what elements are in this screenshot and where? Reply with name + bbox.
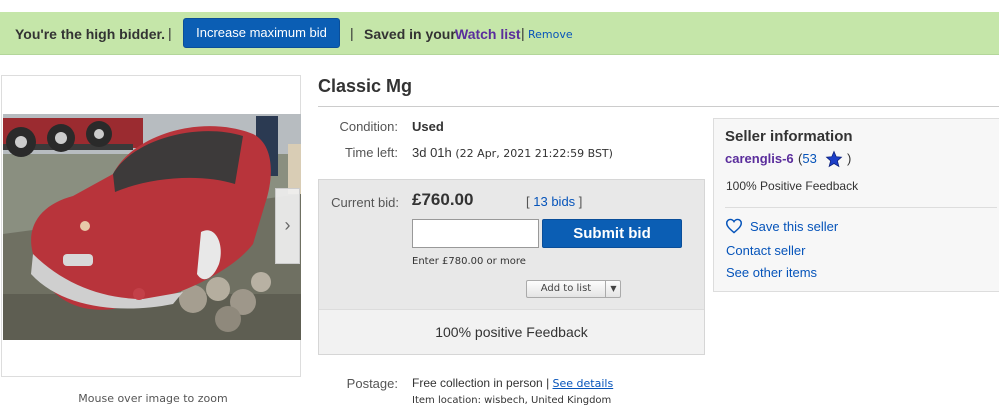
time-left-value: 3d 01h (22 Apr, 2021 21:22:59 BST) (412, 145, 613, 160)
item-photo[interactable] (3, 114, 301, 340)
time-left-duration: 3d 01h (412, 145, 452, 160)
gallery-next-button[interactable]: › (275, 188, 300, 264)
current-bid-label: Current bid: (331, 195, 399, 210)
seller-feedback-score: (53 (798, 151, 817, 166)
feedback-score-link[interactable]: 53 (802, 151, 816, 166)
condition-value: Used (412, 119, 444, 134)
condition-label: Condition: (339, 119, 398, 134)
postage-label: Postage: (346, 376, 398, 391)
seller-positive-feedback: 100% Positive Feedback (726, 179, 859, 193)
star-icon (825, 150, 843, 168)
chevron-right-icon: › (284, 215, 291, 235)
increase-max-bid-button[interactable]: Increase maximum bid (183, 18, 340, 48)
save-seller-link[interactable]: Save this seller (750, 219, 838, 234)
saved-in-watchlist-text: Saved in your (364, 26, 456, 42)
item-title: Classic Mg (318, 76, 413, 96)
contact-seller-link[interactable]: Contact seller (726, 243, 805, 258)
current-bid-price: £760.00 (412, 190, 474, 209)
add-to-list-button[interactable]: Add to list ▼ (526, 280, 621, 298)
see-other-items-link[interactable]: See other items (726, 265, 817, 280)
bid-hint: Enter £780.00 or more (412, 256, 526, 267)
title-divider (318, 106, 999, 107)
seller-info-panel: Seller information carenglis-6 (53 ) 100… (713, 118, 999, 292)
watch-list-link[interactable]: Watch list (455, 26, 521, 42)
zoom-hint: Mouse over image to zoom (78, 392, 228, 405)
seller-name-link[interactable]: carenglis-6 (725, 151, 794, 166)
bid-amount-input[interactable] (412, 219, 539, 248)
time-left-end-date: (22 Apr, 2021 21:22:59 BST) (455, 147, 613, 160)
high-bidder-message: You're the high bidder. (15, 26, 166, 42)
see-details-link[interactable]: See details (553, 377, 614, 390)
caret-down-icon[interactable]: ▼ (605, 281, 621, 297)
banner-separator: | (350, 25, 354, 41)
seller-score-close: ) (847, 151, 852, 166)
add-to-list-label: Add to list (540, 283, 592, 294)
item-location: Item location: wisbech, United Kingdom (412, 395, 612, 406)
postage-value: Free collection in person | See details (412, 376, 614, 390)
bid-panel: Current bid: £760.00 [ 13 bids ] Submit … (318, 179, 705, 355)
status-banner: You're the high bidder. | Increase maxim… (0, 12, 999, 55)
seller-divider (725, 207, 997, 208)
remove-from-watchlist-link[interactable]: Remove (528, 28, 573, 41)
banner-separator: | (168, 25, 172, 41)
positive-feedback-strip: 100% positive Feedback (319, 309, 704, 354)
seller-info-heading: Seller information (725, 128, 853, 145)
time-left-label: Time left: (345, 145, 398, 160)
banner-separator: | (521, 25, 525, 41)
submit-bid-button[interactable]: Submit bid (542, 219, 682, 248)
image-gallery[interactable]: › (1, 75, 301, 377)
heart-icon[interactable] (725, 218, 743, 234)
bid-count: [ 13 bids ] (526, 194, 583, 209)
bid-history-link[interactable]: 13 bids (533, 194, 575, 209)
